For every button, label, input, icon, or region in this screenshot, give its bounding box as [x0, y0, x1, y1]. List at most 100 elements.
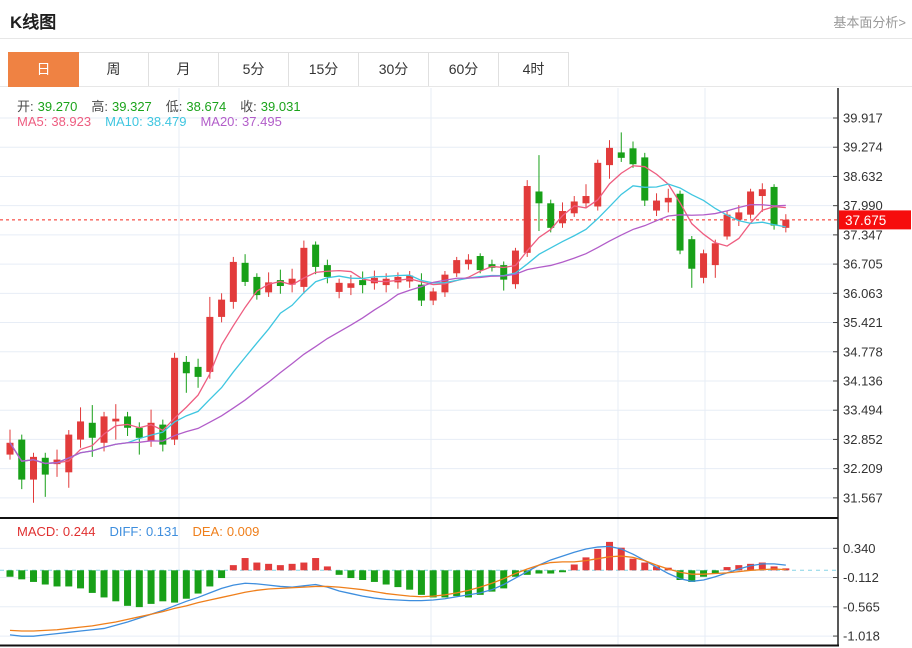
- candle[interactable]: [42, 458, 49, 475]
- legend-label: MA5:: [17, 114, 47, 129]
- macd-bar: [265, 564, 272, 570]
- legend-label: 收:: [240, 99, 257, 114]
- candle[interactable]: [606, 148, 613, 165]
- candle[interactable]: [230, 262, 237, 302]
- tab-60min[interactable]: 60分: [428, 52, 499, 87]
- candle[interactable]: [171, 358, 178, 440]
- macd-bar: [218, 570, 225, 578]
- candle[interactable]: [253, 277, 260, 295]
- candle[interactable]: [242, 263, 249, 282]
- kline-chart[interactable]: 39.91739.27438.63237.99037.34736.70536.0…: [0, 88, 912, 648]
- candle[interactable]: [582, 196, 589, 203]
- candle[interactable]: [735, 212, 742, 219]
- macd-bar: [159, 570, 166, 601]
- candle[interactable]: [700, 253, 707, 278]
- legend-value: 38.923: [51, 114, 91, 129]
- candle[interactable]: [524, 186, 531, 253]
- candle[interactable]: [124, 416, 131, 427]
- legend-value: 0.009: [227, 524, 260, 539]
- candle[interactable]: [206, 317, 213, 372]
- candle[interactable]: [477, 256, 484, 270]
- macd-bar: [206, 570, 213, 586]
- candle[interactable]: [195, 367, 202, 377]
- candle[interactable]: [618, 152, 625, 157]
- ma-legend: MA5:38.923MA10:38.479MA20:37.495: [17, 114, 296, 129]
- macd-bar: [547, 570, 554, 573]
- macd-bar: [641, 563, 648, 571]
- candle[interactable]: [465, 260, 472, 265]
- macd-bar: [112, 570, 119, 601]
- candle[interactable]: [7, 443, 14, 455]
- candle[interactable]: [747, 191, 754, 214]
- macd-bar: [383, 570, 390, 584]
- axis-label: 37.347: [843, 227, 883, 242]
- candle[interactable]: [89, 423, 96, 438]
- candle[interactable]: [630, 148, 637, 164]
- candle[interactable]: [712, 243, 719, 265]
- axis-label: 35.421: [843, 315, 883, 330]
- candle[interactable]: [535, 191, 542, 203]
- macd-bar: [65, 570, 72, 586]
- tab-week[interactable]: 周: [78, 52, 149, 87]
- legend-label: 开:: [17, 99, 34, 114]
- period-tab-bar: 日周月5分15分30分60分4时: [8, 52, 569, 87]
- candle[interactable]: [218, 300, 225, 317]
- candle[interactable]: [312, 245, 319, 267]
- axis-label: -0.112: [843, 570, 879, 585]
- axis-label: 31.567: [843, 490, 883, 505]
- legend-label: MA20:: [200, 114, 238, 129]
- tab-bar-underline: [0, 86, 912, 87]
- candle[interactable]: [112, 419, 119, 422]
- candle[interactable]: [77, 421, 84, 439]
- tab-day[interactable]: 日: [8, 52, 79, 87]
- fundamental-analysis-link[interactable]: 基本面分析>: [833, 12, 906, 31]
- kline-screen: K线图 基本面分析> 日周月5分15分30分60分4时 39.91739.274…: [0, 0, 912, 648]
- macd-bar: [101, 570, 108, 597]
- candle[interactable]: [724, 215, 731, 237]
- macd-bar: [618, 548, 625, 571]
- macd-bar: [418, 570, 425, 595]
- axis-label: 32.852: [843, 432, 883, 447]
- axis-label: 39.917: [843, 111, 883, 126]
- candle[interactable]: [512, 251, 519, 285]
- candle[interactable]: [101, 416, 108, 442]
- candle[interactable]: [183, 362, 190, 373]
- candle[interactable]: [65, 435, 72, 473]
- candle[interactable]: [347, 283, 354, 288]
- candle[interactable]: [641, 157, 648, 200]
- legend-label: 低:: [166, 99, 183, 114]
- candle[interactable]: [18, 440, 25, 480]
- legend-value: 39.327: [112, 99, 152, 114]
- axis-label: 38.632: [843, 169, 883, 184]
- axis-label: 32.209: [843, 461, 883, 476]
- tab-month[interactable]: 月: [148, 52, 219, 87]
- candle[interactable]: [665, 198, 672, 203]
- candle[interactable]: [300, 248, 307, 287]
- macd-bar: [253, 563, 260, 571]
- tab-15min[interactable]: 15分: [288, 52, 359, 87]
- macd-bar: [535, 570, 542, 573]
- tab-4hour[interactable]: 4时: [498, 52, 569, 87]
- macd-bar: [77, 570, 84, 588]
- candle[interactable]: [759, 189, 766, 196]
- candle[interactable]: [430, 291, 437, 300]
- macd-bar: [183, 570, 190, 598]
- candle[interactable]: [547, 203, 554, 228]
- candle[interactable]: [136, 428, 143, 438]
- macd-bar: [394, 570, 401, 587]
- macd-bar: [724, 567, 731, 570]
- candle[interactable]: [359, 280, 366, 285]
- candle[interactable]: [653, 201, 660, 211]
- axis-label: 36.063: [843, 286, 883, 301]
- macd-bar: [441, 570, 448, 597]
- tab-30min[interactable]: 30分: [358, 52, 429, 87]
- candle[interactable]: [688, 239, 695, 269]
- macd-bar: [42, 570, 49, 584]
- candle[interactable]: [453, 260, 460, 273]
- macd-bar: [406, 570, 413, 589]
- tab-5min[interactable]: 5分: [218, 52, 289, 87]
- macd-bar: [195, 570, 202, 593]
- macd-bar: [54, 570, 61, 586]
- legend-value: 39.031: [261, 99, 301, 114]
- candle[interactable]: [336, 283, 343, 292]
